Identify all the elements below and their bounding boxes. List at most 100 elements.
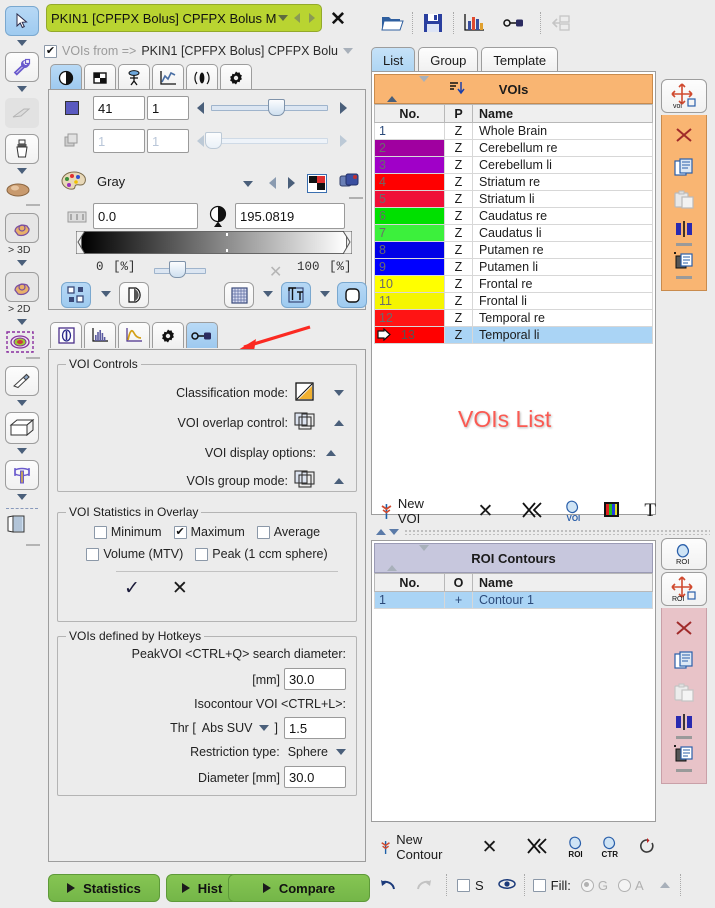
new-voi-button[interactable]: New VOI: [380, 496, 449, 526]
eraser-tool[interactable]: [5, 366, 39, 396]
tab-list[interactable]: List: [371, 47, 416, 72]
table-row[interactable]: 9 Z Putamen li: [374, 258, 653, 276]
threshold-half-circle-icon[interactable]: [207, 204, 229, 228]
table-row[interactable]: 1 + Contour 1: [374, 591, 653, 609]
tab-kinetics[interactable]: [186, 64, 218, 90]
hammer-tool[interactable]: [5, 460, 39, 490]
open-folder-icon[interactable]: [372, 8, 412, 38]
voi-text-button[interactable]: T: [644, 500, 656, 522]
voi-delete-button[interactable]: [662, 119, 706, 151]
frame-next-icon[interactable]: [337, 134, 349, 148]
splitter-grip[interactable]: [404, 529, 710, 535]
checkbox-volume-mtv[interactable]: [86, 547, 100, 561]
annotation-menu[interactable]: [320, 291, 330, 297]
copy-colortable-icon[interactable]: [339, 173, 361, 191]
vois-group-mode-chevron[interactable]: [334, 478, 344, 484]
slice-value-field[interactable]: 41: [93, 96, 145, 120]
tab-fusion[interactable]: [118, 64, 150, 90]
roi-mirror-button[interactable]: [662, 708, 706, 736]
overlap-squares-icon[interactable]: [294, 411, 316, 435]
min-value-field[interactable]: 0.0: [93, 203, 198, 229]
study-selector[interactable]: PKIN1 [CPFPX Bolus] CPFPX Bolus M: [46, 4, 322, 32]
restriction-type-chevron[interactable]: [336, 749, 346, 755]
paint-3d-tool[interactable]: [5, 213, 39, 243]
wrench-tool[interactable]: [5, 52, 39, 82]
brush-tool[interactable]: [5, 134, 39, 164]
delete-contour-button[interactable]: ✕: [482, 836, 498, 859]
voi-copy-button[interactable]: [662, 151, 706, 183]
roi-new-button[interactable]: ROI: [661, 538, 707, 570]
tab-histogram[interactable]: [84, 322, 116, 348]
slice-step-field[interactable]: 1: [147, 96, 189, 120]
vois-from-dropdown-icon[interactable]: [342, 48, 353, 54]
slice-next-icon[interactable]: [337, 101, 349, 115]
classification-mode-chevron[interactable]: [334, 390, 344, 396]
thr-mode-value[interactable]: Abs SUV: [202, 721, 253, 735]
grid-toggle[interactable]: [224, 282, 254, 308]
table-row[interactable]: 11 Z Frontal li: [374, 292, 653, 310]
study-dropdown-icon[interactable]: [278, 15, 288, 21]
table-row[interactable]: 4 Z Striatum re: [374, 173, 653, 191]
voi-convert-button[interactable]: VOI: [565, 500, 581, 523]
voi-mirror-button[interactable]: [662, 215, 706, 243]
pct-slider-knob[interactable]: [169, 261, 186, 278]
tab-voi-controls[interactable]: [186, 322, 218, 348]
table-row[interactable]: 1 Z Whole Brain: [374, 122, 653, 140]
s-checkbox[interactable]: [457, 878, 470, 892]
colorbar-right-grip[interactable]: [342, 231, 352, 254]
tab-curve[interactable]: [152, 64, 184, 90]
blob-tool[interactable]: [5, 182, 39, 212]
bar-chart-icon[interactable]: [454, 8, 494, 38]
new-contour-button[interactable]: New Contour: [380, 832, 462, 862]
splitter-up-icon[interactable]: [376, 529, 386, 535]
slice-prev-icon[interactable]: [195, 101, 207, 115]
statistics-button[interactable]: Statistics: [48, 874, 160, 902]
voi-move-button[interactable]: voi: [661, 79, 707, 113]
undo-arrow-icon[interactable]: [372, 878, 406, 892]
frame-slider-track[interactable]: [211, 138, 328, 144]
markers-toggle[interactable]: [61, 282, 91, 308]
table-row[interactable]: 6 Z Caudatus re: [374, 207, 653, 225]
markers-menu[interactable]: [101, 291, 111, 297]
grid-menu[interactable]: [263, 291, 273, 297]
checkbox-average[interactable]: [256, 525, 270, 539]
roi-add-copy-button[interactable]: [662, 739, 706, 769]
close-study-icon[interactable]: ✕: [330, 10, 346, 29]
close-x-icon[interactable]: ✕: [172, 577, 188, 600]
notebook-tool[interactable]: [5, 514, 39, 544]
voi-paste-button[interactable]: [662, 183, 706, 215]
pointer-tool-menu[interactable]: [14, 38, 30, 48]
table-row[interactable]: 10 Z Frontal re: [374, 275, 653, 293]
overlap-squares-icon[interactable]: [294, 469, 316, 493]
wrench-tool-menu[interactable]: [14, 84, 30, 94]
diameter-field[interactable]: 30.0: [284, 766, 346, 788]
checkbox-maximum[interactable]: [173, 525, 187, 539]
max-value-field[interactable]: 195.0819: [235, 203, 345, 229]
table-row[interactable]: 8 Z Putamen re: [374, 241, 653, 259]
compare-button[interactable]: Compare: [228, 874, 370, 902]
fill-radio-a[interactable]: [618, 878, 632, 892]
tab-contrast[interactable]: [50, 64, 82, 90]
fill-radio-g[interactable]: [580, 878, 594, 892]
eraser-tool-menu[interactable]: [14, 398, 30, 408]
vois-from-checkbox[interactable]: [44, 44, 57, 58]
box-tool-menu[interactable]: [14, 446, 30, 456]
restriction-type-value[interactable]: Sphere: [288, 745, 328, 759]
color-gradient-bar[interactable]: [81, 231, 347, 254]
switch-icon[interactable]: [494, 8, 534, 38]
roi-paste-button[interactable]: [662, 676, 706, 708]
slice-slider-knob[interactable]: [268, 99, 285, 116]
colortable-dropdown-icon[interactable]: [243, 181, 253, 187]
colortable-next-icon[interactable]: [285, 176, 297, 190]
delete-all-voi-button[interactable]: [521, 500, 543, 523]
voi-display-options-chevron[interactable]: [326, 450, 336, 456]
table-row[interactable]: 3 Z Cerebellum li: [374, 156, 653, 174]
frame-value-field[interactable]: 1: [93, 129, 145, 153]
checkbox-minimum[interactable]: [93, 525, 107, 539]
colortable-prev-icon[interactable]: [267, 176, 279, 190]
roi-move-button[interactable]: ROI: [661, 572, 707, 606]
tab-group[interactable]: Group: [418, 47, 479, 72]
peakvoi-diameter-field[interactable]: 30.0: [284, 668, 346, 690]
paint-2d-tool[interactable]: [5, 272, 39, 302]
thr-mode-chevron[interactable]: [258, 725, 269, 731]
